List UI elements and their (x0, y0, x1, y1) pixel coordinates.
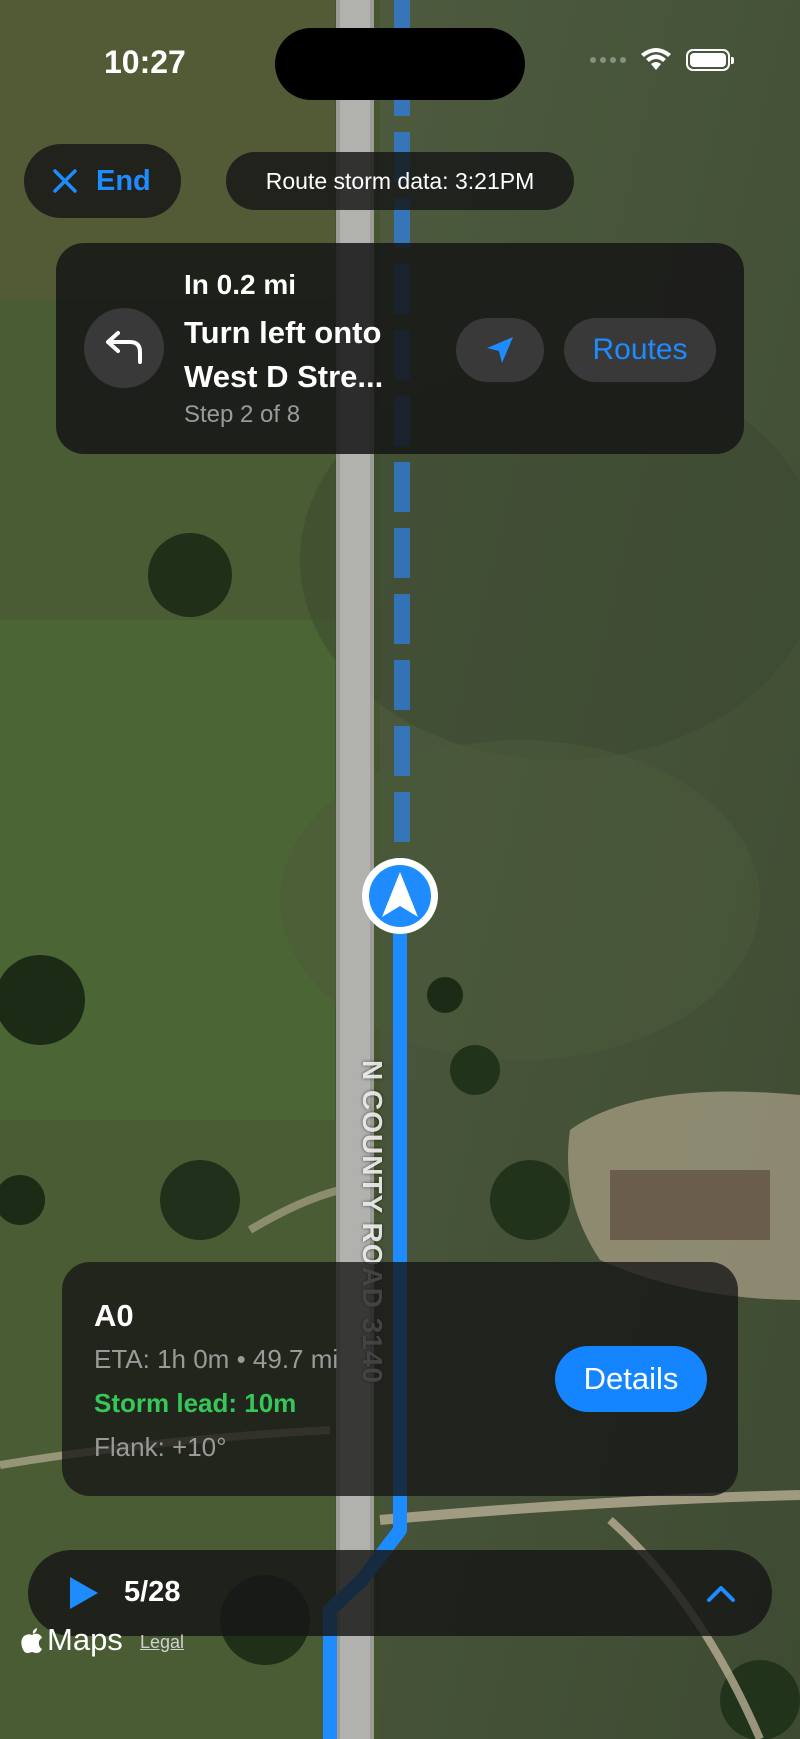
storm-data-badge: Route storm data: 3:21PM (226, 152, 574, 210)
route-eta: ETA: 1h 0m • 49.7 mi (94, 1344, 339, 1374)
status-icons (590, 48, 734, 72)
storm-lead: Storm lead: 10m (94, 1388, 297, 1418)
end-navigation-button[interactable]: End (24, 144, 181, 218)
end-label: End (96, 164, 151, 197)
route-name: A0 (94, 1298, 134, 1333)
flank-angle: Flank: +10° (94, 1432, 227, 1462)
maps-logo-text: Maps (47, 1622, 123, 1657)
signal-dots-icon (590, 57, 626, 63)
turn-instruction-card: In 0.2 mi Turn left onto West D Stre... … (56, 243, 744, 454)
step-counter: Step 2 of 8 (184, 401, 301, 428)
battery-icon (686, 49, 734, 71)
dynamic-island (275, 28, 525, 100)
play-icon[interactable] (66, 1575, 102, 1611)
turn-left-icon (106, 331, 142, 364)
chevron-up-icon[interactable] (704, 1578, 738, 1608)
maps-logo: Maps (20, 1622, 123, 1658)
maneuver-instruction: Turn left onto West D Stre... (184, 315, 384, 394)
turn-direction-button[interactable] (84, 308, 164, 388)
status-time: 10:27 (104, 44, 186, 80)
details-button[interactable]: Details (555, 1346, 707, 1412)
apple-logo-icon (21, 1628, 42, 1653)
navigation-screen: N COUNTY ROAD 3140 10:27 End Route storm… (0, 0, 800, 1739)
recenter-button[interactable] (456, 318, 544, 382)
close-icon (53, 169, 77, 193)
radar-playback-bar: 5/28 (28, 1550, 772, 1636)
maneuver-distance: In 0.2 mi (184, 269, 297, 300)
wifi-icon (641, 48, 671, 70)
route-info-card: A0 ETA: 1h 0m • 49.7 mi Storm lead: 10m … (62, 1262, 738, 1496)
frame-counter: 5/28 (124, 1576, 181, 1608)
location-arrow-icon (487, 337, 513, 363)
legal-link[interactable]: Legal (140, 1632, 184, 1653)
routes-button[interactable]: Routes (564, 318, 716, 382)
